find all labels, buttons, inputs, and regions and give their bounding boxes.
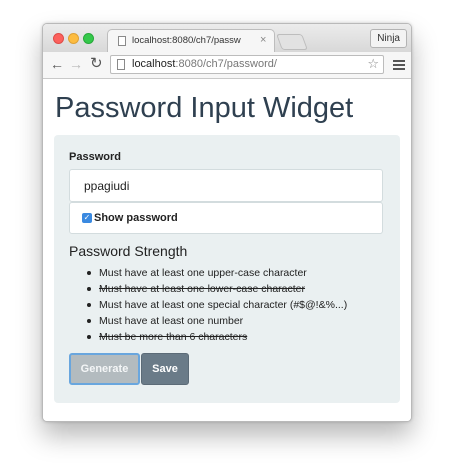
password-label: Password: [69, 151, 121, 163]
profile-button[interactable]: Ninja: [370, 29, 407, 48]
password-panel: Password ✓ Show password Password Streng…: [54, 135, 400, 403]
reload-icon[interactable]: ↻: [90, 56, 103, 72]
zoom-window-button[interactable]: [83, 33, 94, 44]
browser-toolbar: ← → ↻ localhost:8080/ch7/password/ ☆: [43, 52, 411, 79]
url-host: localhost: [132, 58, 176, 70]
page-icon: [118, 36, 126, 46]
tab-bar: localhost:8080/ch7/passw × Ninja: [43, 24, 411, 52]
show-password-row[interactable]: ✓ Show password: [69, 202, 383, 234]
page-content: Password Input Widget Password ✓ Show pa…: [43, 79, 411, 421]
page-icon: [117, 59, 125, 70]
show-password-label[interactable]: Show password: [94, 212, 178, 224]
hamburger-menu-icon[interactable]: [393, 60, 405, 62]
list-item: Must have at least one lower-case charac…: [69, 281, 347, 297]
password-input[interactable]: [69, 169, 383, 202]
strength-heading: Password Strength: [69, 243, 188, 259]
page-title: Password Input Widget: [55, 92, 354, 124]
browser-tab[interactable]: localhost:8080/ch7/passw ×: [107, 29, 275, 52]
tab-close-icon[interactable]: ×: [260, 34, 266, 46]
address-bar[interactable]: localhost:8080/ch7/password/ ☆: [110, 55, 384, 74]
strength-rules-list: Must have at least one upper-case charac…: [69, 265, 347, 345]
url-text[interactable]: localhost:8080/ch7/password/: [132, 58, 277, 70]
browser-window: localhost:8080/ch7/passw × Ninja ← → ↻ l…: [42, 23, 412, 422]
save-button[interactable]: Save: [141, 353, 189, 385]
list-item: Must be more than 6 characters: [69, 329, 347, 345]
list-item: Must have at least one special character…: [69, 297, 347, 313]
show-password-checkbox[interactable]: ✓: [82, 213, 92, 223]
list-item: Must have at least one upper-case charac…: [69, 265, 347, 281]
close-window-button[interactable]: [53, 33, 64, 44]
generate-button[interactable]: Generate: [69, 353, 140, 385]
new-tab-button[interactable]: [276, 34, 308, 50]
list-item: Must have at least one number: [69, 313, 347, 329]
back-arrow-icon[interactable]: ←: [50, 56, 64, 72]
tab-title: localhost:8080/ch7/passw: [132, 35, 241, 46]
url-path: :8080/ch7/password/: [175, 58, 277, 70]
star-icon[interactable]: ☆: [367, 56, 379, 72]
minimize-window-button[interactable]: [68, 33, 79, 44]
forward-arrow-icon[interactable]: →: [69, 56, 83, 72]
